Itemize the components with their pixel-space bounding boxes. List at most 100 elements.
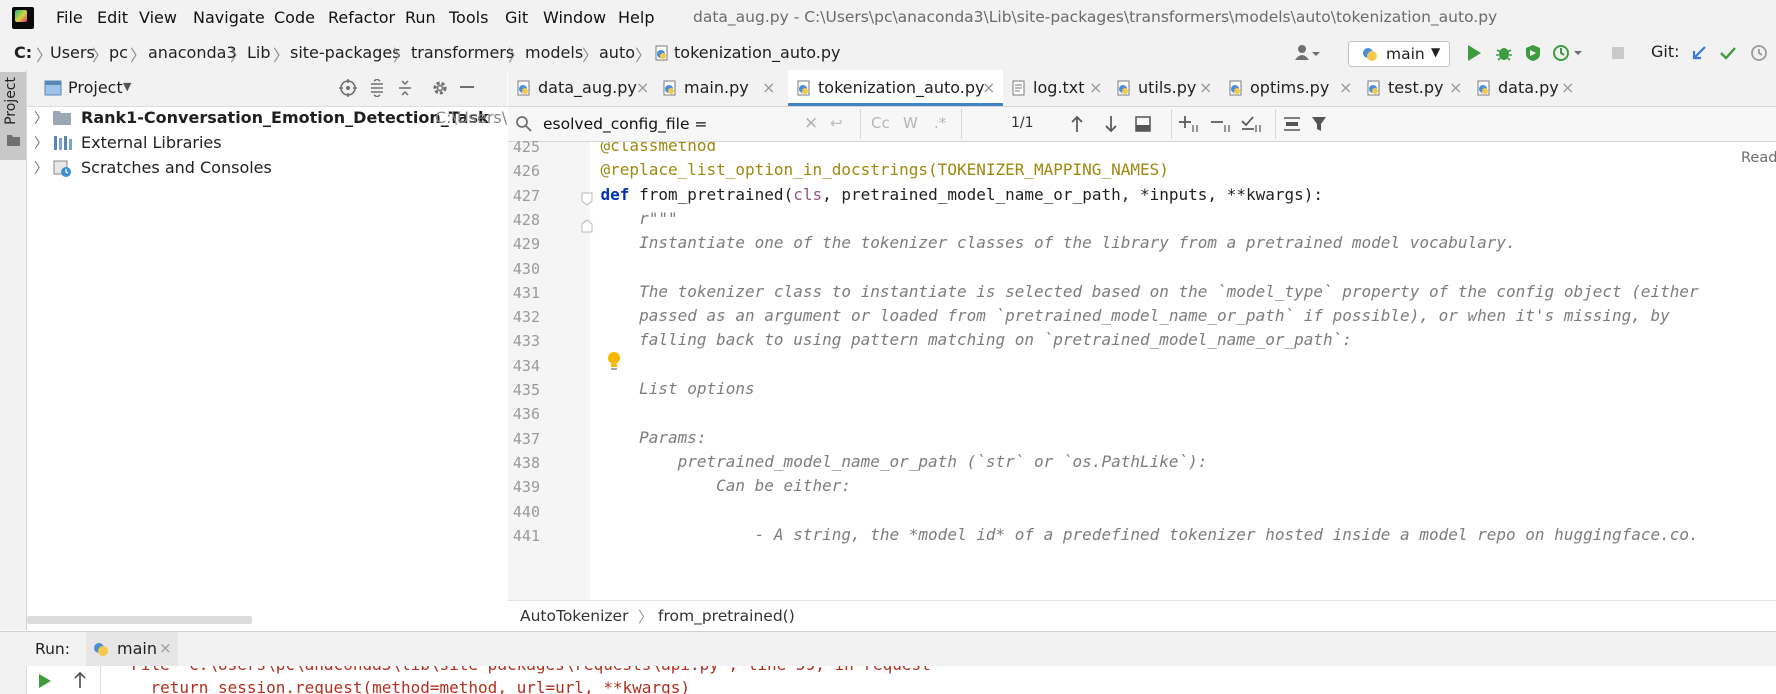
run-tab-main[interactable]: main ×	[86, 632, 178, 666]
breadcrumb-lib[interactable]: Lib	[247, 43, 271, 62]
close-icon[interactable]: ×	[982, 78, 995, 97]
breadcrumb-models[interactable]: models	[525, 43, 583, 62]
breadcrumb-method[interactable]: from_pretrained()	[658, 607, 795, 625]
tab-utils[interactable]: utils.py ×	[1108, 70, 1220, 106]
breadcrumb-users[interactable]: Users	[50, 43, 95, 62]
debug-icon[interactable]	[1495, 44, 1513, 62]
reader-mode-toggle[interactable]: Read	[1741, 150, 1776, 166]
pycharm-logo-icon[interactable]	[12, 7, 34, 29]
breadcrumb-auto[interactable]: auto	[599, 43, 635, 62]
select-all-checkbox-icon[interactable]	[1241, 115, 1263, 133]
user-account-icon[interactable]	[1295, 44, 1321, 62]
minimize-icon[interactable]	[460, 86, 474, 90]
code-editor[interactable]: @classmethod @replace_list_option_in_doc…	[590, 142, 1776, 600]
run-icon[interactable]	[1466, 44, 1482, 62]
match-case-toggle[interactable]: Cc	[871, 114, 890, 132]
clear-search-icon[interactable]: ×	[804, 113, 818, 133]
next-occurrence-icon[interactable]	[1104, 115, 1118, 133]
breadcrumb-drive[interactable]: C:	[14, 43, 32, 62]
close-icon[interactable]: ×	[1199, 78, 1212, 97]
menu-code[interactable]: Code	[274, 8, 315, 27]
breadcrumb-transformers[interactable]: transformers	[411, 43, 514, 62]
menu-view[interactable]: View	[139, 8, 177, 27]
menu-refactor[interactable]: Refactor	[328, 8, 395, 27]
divider	[961, 109, 962, 139]
fold-marker-icon[interactable]	[581, 219, 593, 233]
collapse-all-icon[interactable]	[397, 79, 413, 97]
python-icon	[1361, 45, 1379, 63]
menu-run[interactable]: Run	[405, 8, 436, 27]
menu-git[interactable]: Git	[505, 8, 528, 27]
in-selection-icon[interactable]	[1283, 116, 1301, 132]
rerun-icon[interactable]	[38, 673, 52, 689]
coverage-icon[interactable]	[1524, 44, 1542, 62]
close-icon[interactable]: ×	[1561, 78, 1574, 97]
line-number: 427	[512, 186, 540, 205]
tab-data-aug[interactable]: data_aug.py ×	[508, 70, 654, 106]
breadcrumb-anaconda3[interactable]: anaconda3	[148, 43, 237, 62]
breadcrumb-pc[interactable]: pc	[109, 43, 128, 62]
run-toolbar	[0, 666, 27, 694]
git-history-icon[interactable]	[1750, 44, 1768, 62]
fold-marker-icon[interactable]	[581, 192, 593, 206]
code-line: Can be either:	[590, 476, 851, 496]
intention-bulb-icon[interactable]	[605, 350, 623, 372]
tab-data[interactable]: data.py ×	[1468, 70, 1578, 106]
expand-all-icon[interactable]	[369, 79, 385, 97]
tab-label: test.py	[1388, 78, 1444, 97]
project-panel-title[interactable]: Project	[68, 78, 123, 97]
search-input[interactable]	[543, 113, 803, 135]
chevron-right-icon[interactable]: 〉	[34, 158, 48, 178]
tab-label: data_aug.py	[538, 78, 637, 97]
project-tool-window-tab[interactable]: Project	[0, 72, 26, 160]
chevron-right-icon[interactable]: 〉	[34, 133, 48, 153]
tab-optims[interactable]: optims.py ×	[1220, 70, 1358, 106]
tab-tokenization-auto[interactable]: tokenization_auto.py ×	[788, 70, 1003, 106]
regex-toggle[interactable]: .*	[934, 114, 946, 132]
menu-navigate[interactable]: Navigate	[193, 8, 265, 27]
git-commit-icon[interactable]	[1719, 44, 1737, 62]
gear-icon[interactable]	[431, 79, 449, 97]
select-all-occurrences-icon[interactable]	[1135, 116, 1151, 132]
tab-log[interactable]: log.txt ×	[1003, 70, 1108, 106]
chevron-right-icon[interactable]: 〉	[34, 108, 48, 128]
code-line: pretrained_model_name_or_path (`str` or …	[590, 451, 1208, 471]
run-output[interactable]: File "C:\Users\pc\anaconda3\lib\site-pac…	[0, 666, 1776, 694]
menu-window[interactable]: Window	[543, 8, 606, 27]
whole-words-toggle[interactable]: W	[903, 114, 918, 132]
breadcrumb-site-packages[interactable]: site-packages	[290, 43, 401, 62]
previous-occurrence-icon[interactable]	[1070, 115, 1084, 133]
tab-test[interactable]: test.py ×	[1358, 70, 1468, 106]
breadcrumb-separator: 〉	[638, 608, 654, 626]
close-icon[interactable]: ×	[1449, 78, 1462, 97]
search-icon[interactable]	[515, 115, 533, 133]
close-icon[interactable]: ×	[762, 78, 775, 97]
menu-edit[interactable]: Edit	[97, 8, 128, 27]
add-occurrence-icon[interactable]	[1178, 115, 1200, 133]
menu-help[interactable]: Help	[618, 8, 654, 27]
stop-icon[interactable]	[1611, 46, 1625, 60]
python-file-icon	[516, 80, 532, 96]
editor-tab-bar: data_aug.py × main.py × tokenization_aut…	[508, 70, 1776, 107]
multiline-icon[interactable]: ↩	[830, 114, 843, 132]
filter-icon[interactable]	[1311, 116, 1327, 132]
close-icon[interactable]: ×	[1339, 78, 1352, 97]
remove-occurrence-icon[interactable]	[1210, 115, 1232, 133]
tree-item-path-hint: C:\Users\	[435, 108, 508, 127]
breadcrumb-separator: 〉	[130, 46, 147, 65]
menu-file[interactable]: File	[56, 8, 83, 27]
horizontal-scrollbar[interactable]	[27, 616, 252, 624]
close-icon[interactable]: ×	[636, 78, 649, 97]
scroll-up-icon[interactable]	[73, 671, 87, 689]
menu-tools[interactable]: Tools	[449, 8, 488, 27]
chevron-down-icon[interactable]: ▼	[123, 80, 131, 93]
run-configuration-selector[interactable]: main ▼	[1348, 41, 1450, 67]
close-icon[interactable]: ×	[159, 639, 172, 657]
locate-file-icon[interactable]	[339, 79, 357, 97]
close-icon[interactable]: ×	[1089, 78, 1102, 97]
breadcrumb-current-file[interactable]: tokenization_auto.py	[674, 43, 840, 62]
git-update-icon[interactable]	[1690, 44, 1708, 62]
tab-main[interactable]: main.py ×	[654, 70, 788, 106]
breadcrumb-class[interactable]: AutoTokenizer	[520, 607, 628, 625]
profile-icon[interactable]	[1553, 44, 1583, 62]
